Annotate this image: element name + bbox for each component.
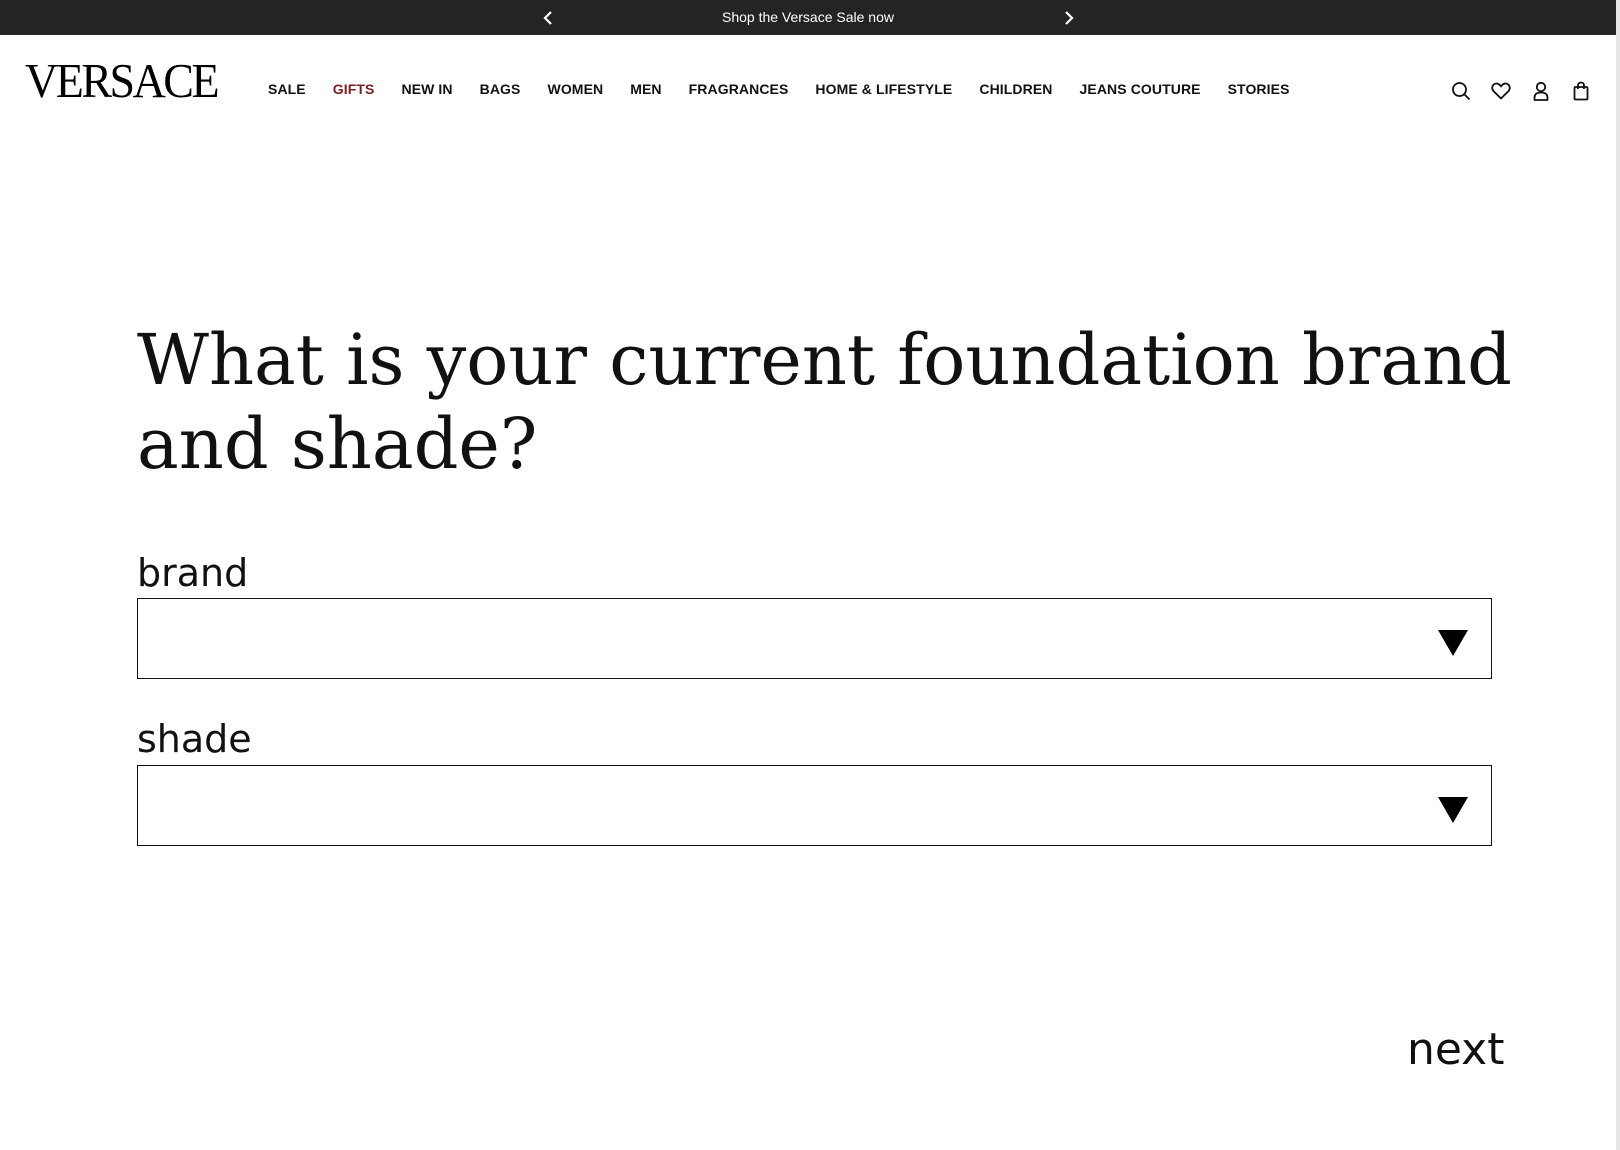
nav-item-home-lifestyle[interactable]: HOME & LIFESTYLE xyxy=(815,81,952,97)
nav-item-stories[interactable]: STORIES xyxy=(1228,81,1290,97)
nav-item-new-in[interactable]: NEW IN xyxy=(401,81,452,97)
search-icon[interactable] xyxy=(1450,80,1472,102)
question-heading: What is your current foundation brand an… xyxy=(137,319,1512,485)
nav-item-men[interactable]: MEN xyxy=(630,81,661,97)
announcement-text[interactable]: Shop the Versace Sale now xyxy=(0,0,1616,35)
nav-item-sale[interactable]: SALE xyxy=(268,81,306,97)
shade-select[interactable] xyxy=(137,765,1492,846)
user-icon[interactable] xyxy=(1530,80,1552,102)
brand-select[interactable] xyxy=(137,598,1492,679)
versace-logo[interactable]: VERSACE xyxy=(25,56,220,105)
site-header: VERSACE SALE GIFTS NEW IN BAGS WOMEN MEN… xyxy=(0,35,1620,150)
shade-label: shade xyxy=(137,717,252,761)
nav-item-jeans-couture[interactable]: JEANS COUTURE xyxy=(1080,81,1201,97)
brand-label: brand xyxy=(137,551,249,595)
header-icons xyxy=(1450,80,1592,102)
main-nav: SALE GIFTS NEW IN BAGS WOMEN MEN FRAGRAN… xyxy=(268,81,1317,97)
nav-item-fragrances[interactable]: FRAGRANCES xyxy=(689,81,789,97)
chevron-right-icon[interactable] xyxy=(1059,8,1079,28)
nav-item-women[interactable]: WOMEN xyxy=(548,81,604,97)
nav-item-gifts[interactable]: GIFTS xyxy=(333,81,375,97)
nav-item-children[interactable]: CHILDREN xyxy=(979,81,1052,97)
shopping-bag-icon[interactable] xyxy=(1570,80,1592,102)
announcement-bar: Shop the Versace Sale now xyxy=(0,0,1620,35)
heart-icon[interactable] xyxy=(1490,80,1512,102)
scrollbar[interactable] xyxy=(1616,0,1620,1150)
next-button[interactable]: next xyxy=(1407,1024,1504,1075)
caret-down-icon xyxy=(1438,797,1468,823)
caret-down-icon xyxy=(1438,630,1468,656)
nav-item-bags[interactable]: BAGS xyxy=(480,81,521,97)
